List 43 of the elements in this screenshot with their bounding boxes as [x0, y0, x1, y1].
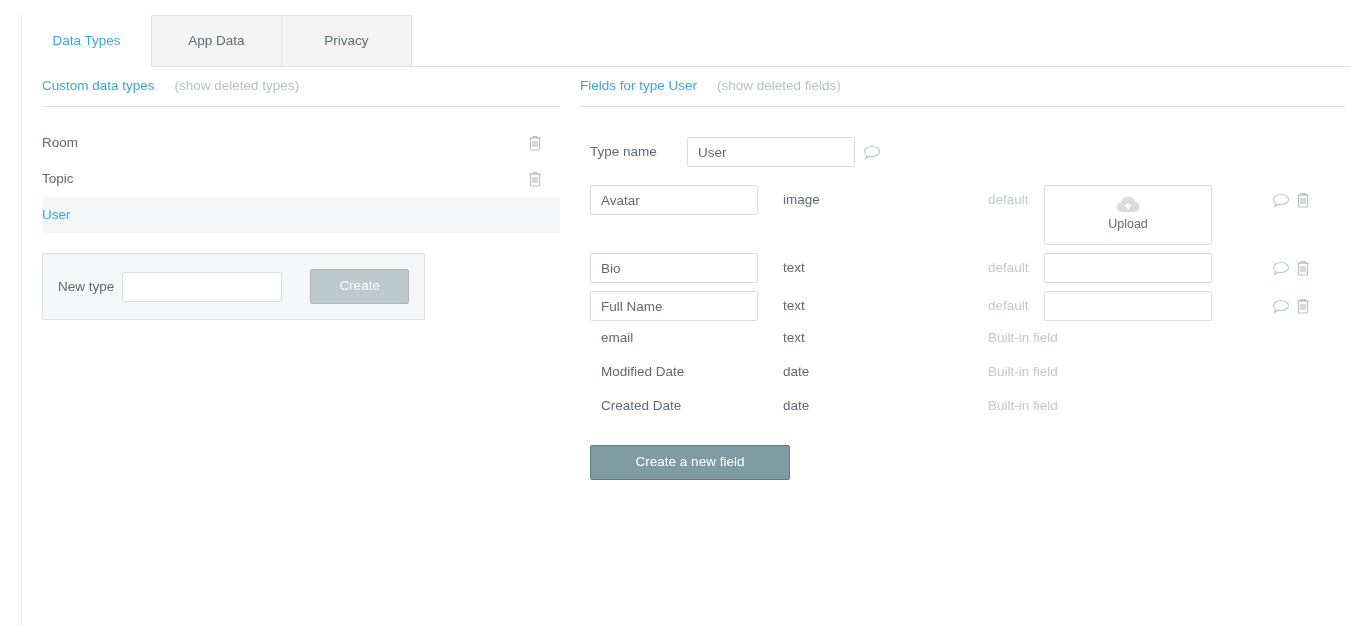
field-name-input[interactable]: Bio	[590, 253, 758, 283]
comment-icon[interactable]	[1272, 298, 1290, 314]
panel-title: Custom data types	[42, 77, 155, 96]
comment-icon[interactable]	[1272, 192, 1290, 208]
built-in-note: Built-in field	[988, 397, 1058, 415]
field-type: date	[783, 397, 811, 415]
cloud-upload-icon	[1116, 196, 1140, 214]
type-name-input[interactable]: User	[687, 137, 855, 167]
type-list-item[interactable]: Topic	[42, 161, 560, 197]
panel-title: Fields for type User	[580, 77, 698, 96]
field-type: date	[783, 363, 811, 381]
type-list-item[interactable]: Room	[42, 125, 560, 161]
trash-icon[interactable]	[1296, 260, 1310, 276]
built-in-note: Built-in field	[988, 329, 1058, 347]
trash-icon[interactable]	[528, 135, 542, 151]
comment-icon[interactable]	[1272, 260, 1290, 276]
tab[interactable]: Data Types	[22, 15, 152, 67]
tab[interactable]: App Data	[152, 15, 282, 67]
built-in-note: Built-in field	[988, 363, 1058, 381]
field-type: text	[783, 297, 806, 315]
field-name: Modified Date	[600, 362, 686, 381]
trash-icon[interactable]	[1296, 192, 1310, 208]
upload-button[interactable]: Upload	[1044, 185, 1212, 245]
trash-icon[interactable]	[528, 171, 542, 187]
field-type: image	[783, 191, 821, 209]
field-type: text	[783, 259, 806, 277]
trash-icon[interactable]	[1296, 298, 1310, 314]
new-type-input[interactable]	[122, 271, 283, 302]
new-type-label: New type	[58, 277, 115, 296]
default-label: default	[988, 259, 1030, 277]
create-field-button[interactable]: Create a new field	[590, 445, 790, 480]
default-label: default	[988, 191, 1030, 209]
default-value-input[interactable]	[1044, 291, 1212, 321]
field-name: Created Date	[600, 396, 683, 415]
default-label: default	[988, 297, 1030, 315]
field-name: email	[600, 328, 635, 347]
field-name-input[interactable]: Avatar	[590, 185, 758, 215]
tab[interactable]: Privacy	[282, 15, 412, 67]
comment-icon[interactable]	[863, 144, 881, 160]
default-value-input[interactable]	[1044, 253, 1212, 283]
field-type: text	[783, 329, 806, 347]
field-name-input[interactable]: Full Name	[590, 291, 758, 321]
type-name-label: Type name	[590, 142, 658, 161]
